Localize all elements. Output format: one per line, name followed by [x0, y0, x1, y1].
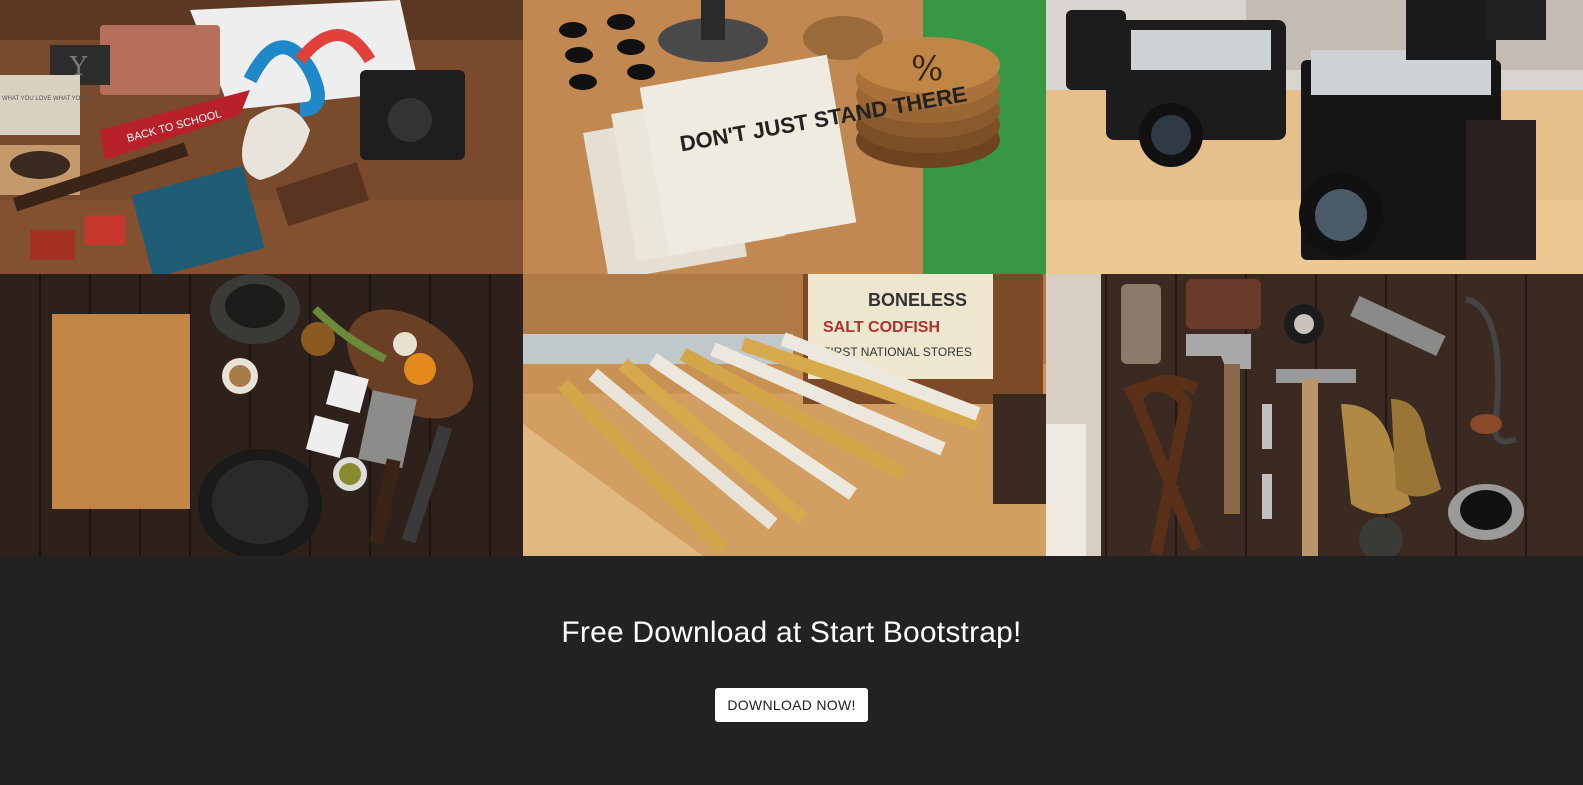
download-section: Free Download at Start Bootstrap! DOWNLO…	[0, 556, 1583, 785]
download-heading: Free Download at Start Bootstrap!	[561, 616, 1022, 649]
notebooks-coasters-photo: % DON'T JUST STAND THERE	[523, 0, 1046, 274]
photo-text: %	[911, 49, 943, 89]
download-now-button[interactable]: DOWNLOAD NOW!	[715, 688, 868, 722]
photo-text: BONELESS	[868, 290, 967, 310]
vintage-cameras-photo	[1046, 0, 1583, 274]
portfolio-item-6[interactable]	[1046, 274, 1583, 556]
kitchen-ingredients-photo	[0, 274, 523, 556]
portfolio-item-3[interactable]	[1046, 0, 1583, 274]
photo-text: SALT CODFISH	[823, 319, 940, 336]
flatlay-desk-items-photo: Y WHAT YOU LOVE WHAT YOU DO BACK TO SCHO…	[0, 0, 523, 274]
portfolio-item-4[interactable]	[0, 274, 523, 556]
portfolio-grid: Y WHAT YOU LOVE WHAT YOU DO BACK TO SCHO…	[0, 0, 1583, 556]
photo-text: WHAT YOU LOVE WHAT YOU DO	[2, 96, 96, 102]
portfolio-item-2[interactable]: % DON'T JUST STAND THERE	[523, 0, 1046, 274]
vintage-tools-photo	[1046, 274, 1583, 556]
portfolio-item-5[interactable]: BONELESS SALT CODFISH FIRST NATIONAL STO…	[523, 274, 1046, 556]
portfolio-item-1[interactable]: Y WHAT YOU LOVE WHAT YOU DO BACK TO SCHO…	[0, 0, 523, 274]
folding-rulers-photo: BONELESS SALT CODFISH FIRST NATIONAL STO…	[523, 274, 1046, 556]
